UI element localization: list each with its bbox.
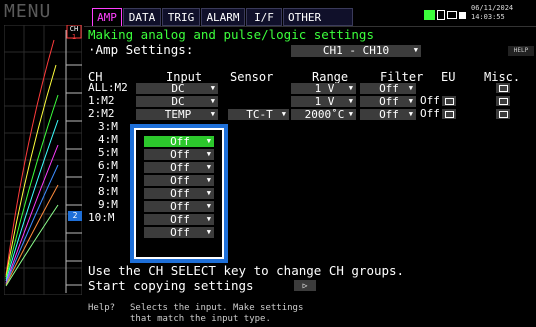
ch-label: CH — [69, 25, 79, 33]
popup-option[interactable]: Off ▼ — [144, 214, 214, 225]
settings-panel: Making analog and pulse/logic settings ·… — [84, 26, 536, 297]
tab-other[interactable]: OTHER — [283, 8, 353, 26]
row-6-ch: 6:M — [98, 159, 118, 172]
cursor-badge: 2 — [68, 211, 82, 221]
help-bar: Help? Selects the input. Make settings t… — [84, 296, 536, 327]
help-line-2: that match the input type. — [130, 314, 271, 324]
row-4-ch: 4:M — [98, 133, 118, 146]
page-title: Making analog and pulse/logic settings — [88, 27, 374, 42]
row-9-ch: 9:M — [98, 198, 118, 211]
copy-settings-label: Start copying settings — [88, 278, 254, 293]
row-all-range[interactable]: 1 V ▼ — [291, 83, 356, 94]
memory-icon — [447, 11, 457, 19]
row-1-eu: Off — [420, 94, 440, 107]
row-5-ch: 5:M — [98, 146, 118, 159]
col-eu: EU — [441, 70, 456, 84]
battery-icon — [424, 10, 435, 20]
row-all-ch: ALL:M2 — [88, 81, 128, 94]
row-all-misc-button[interactable] — [496, 83, 510, 93]
popup-option[interactable]: Off ▼ — [144, 201, 214, 212]
popup-option[interactable]: Off ▼ — [144, 188, 214, 199]
row-1-filter[interactable]: Off ▼ — [360, 96, 416, 107]
help-button[interactable]: HELP — [508, 46, 534, 56]
input-dropdown-popup: Off ▼ Off ▼ Off ▼ Off ▼ Off ▼ Off ▼ Off ▼ Off ▼ — [130, 124, 228, 263]
row-1-input[interactable]: DC ▼ — [136, 96, 218, 107]
ch-group-value: CH1 - CH10 — [322, 44, 390, 57]
row-2-range[interactable]: 2000˚C ▼ — [291, 109, 356, 120]
lock-icon — [459, 12, 466, 19]
row-2-eu-button[interactable] — [442, 109, 456, 119]
ch-badge: 1 — [71, 33, 77, 41]
datetime: 06/11/2024 14:03:55 — [471, 4, 536, 26]
tab-trig[interactable]: TRIG — [162, 8, 200, 26]
row-8-ch: 8:M — [98, 185, 118, 198]
row-2-filter[interactable]: Off ▼ — [360, 109, 416, 120]
row-1-range[interactable]: 1 V ▼ — [291, 96, 356, 107]
row-2-eu: Off — [420, 107, 440, 120]
row-1-misc-button[interactable] — [496, 96, 510, 106]
tab-alarm[interactable]: ALARM — [201, 8, 245, 26]
popup-option[interactable]: Off ▼ — [144, 149, 214, 160]
help-label: Help? — [88, 303, 116, 313]
time-text: 14:03:55 — [471, 13, 505, 21]
row-all-input[interactable]: DC ▼ — [136, 83, 218, 94]
popup-option[interactable]: Off ▼ — [144, 175, 214, 186]
row-3-ch: 3:M — [98, 120, 118, 133]
popup-option[interactable]: Off ▼ — [144, 227, 214, 238]
row-all-filter[interactable]: Off ▼ — [360, 83, 416, 94]
tab-data[interactable]: DATA — [123, 8, 161, 26]
menu-title[interactable]: MENU — [4, 1, 82, 23]
help-line-1: Selects the input. Make settings — [130, 303, 304, 313]
row-2-misc-button[interactable] — [496, 109, 510, 119]
amp-settings-label: ·Amp Settings: — [88, 42, 194, 57]
row-1-eu-button[interactable] — [442, 96, 456, 106]
popup-option-selected[interactable]: Off ▼ — [144, 136, 214, 147]
card-icon — [437, 10, 445, 20]
row-2-sensor[interactable]: TC-T ▼ — [228, 109, 289, 120]
tab-if[interactable]: I/F — [246, 8, 282, 26]
popup-option[interactable]: Off ▼ — [144, 162, 214, 173]
ch-group-select[interactable]: CH1 - CH10 ▼ — [291, 45, 421, 57]
row-10-ch: 10:M — [88, 211, 115, 224]
waveform-preview — [4, 25, 82, 295]
tab-bar: AMP DATA TRIG ALARM I/F OTHER — [84, 8, 536, 26]
col-misc: Misc. — [484, 70, 521, 84]
row-1-ch: 1:M2 — [88, 94, 115, 107]
ch-group-hint: Use the CH SELECT key to change CH group… — [88, 263, 405, 278]
preview-pane: MENU CH 1 2 — [0, 0, 82, 296]
row-2-ch: 2:M2 — [88, 107, 115, 120]
copy-start-button[interactable]: ▷ — [294, 280, 316, 291]
col-sensor: Sensor — [230, 70, 274, 84]
status-icons — [424, 9, 468, 23]
date-text: 06/11/2024 — [471, 4, 514, 12]
chevron-down-icon: ▼ — [413, 46, 418, 54]
row-7-ch: 7:M — [98, 172, 118, 185]
row-2-input[interactable]: TEMP ▼ — [136, 109, 218, 120]
tab-amp[interactable]: AMP — [92, 8, 122, 26]
